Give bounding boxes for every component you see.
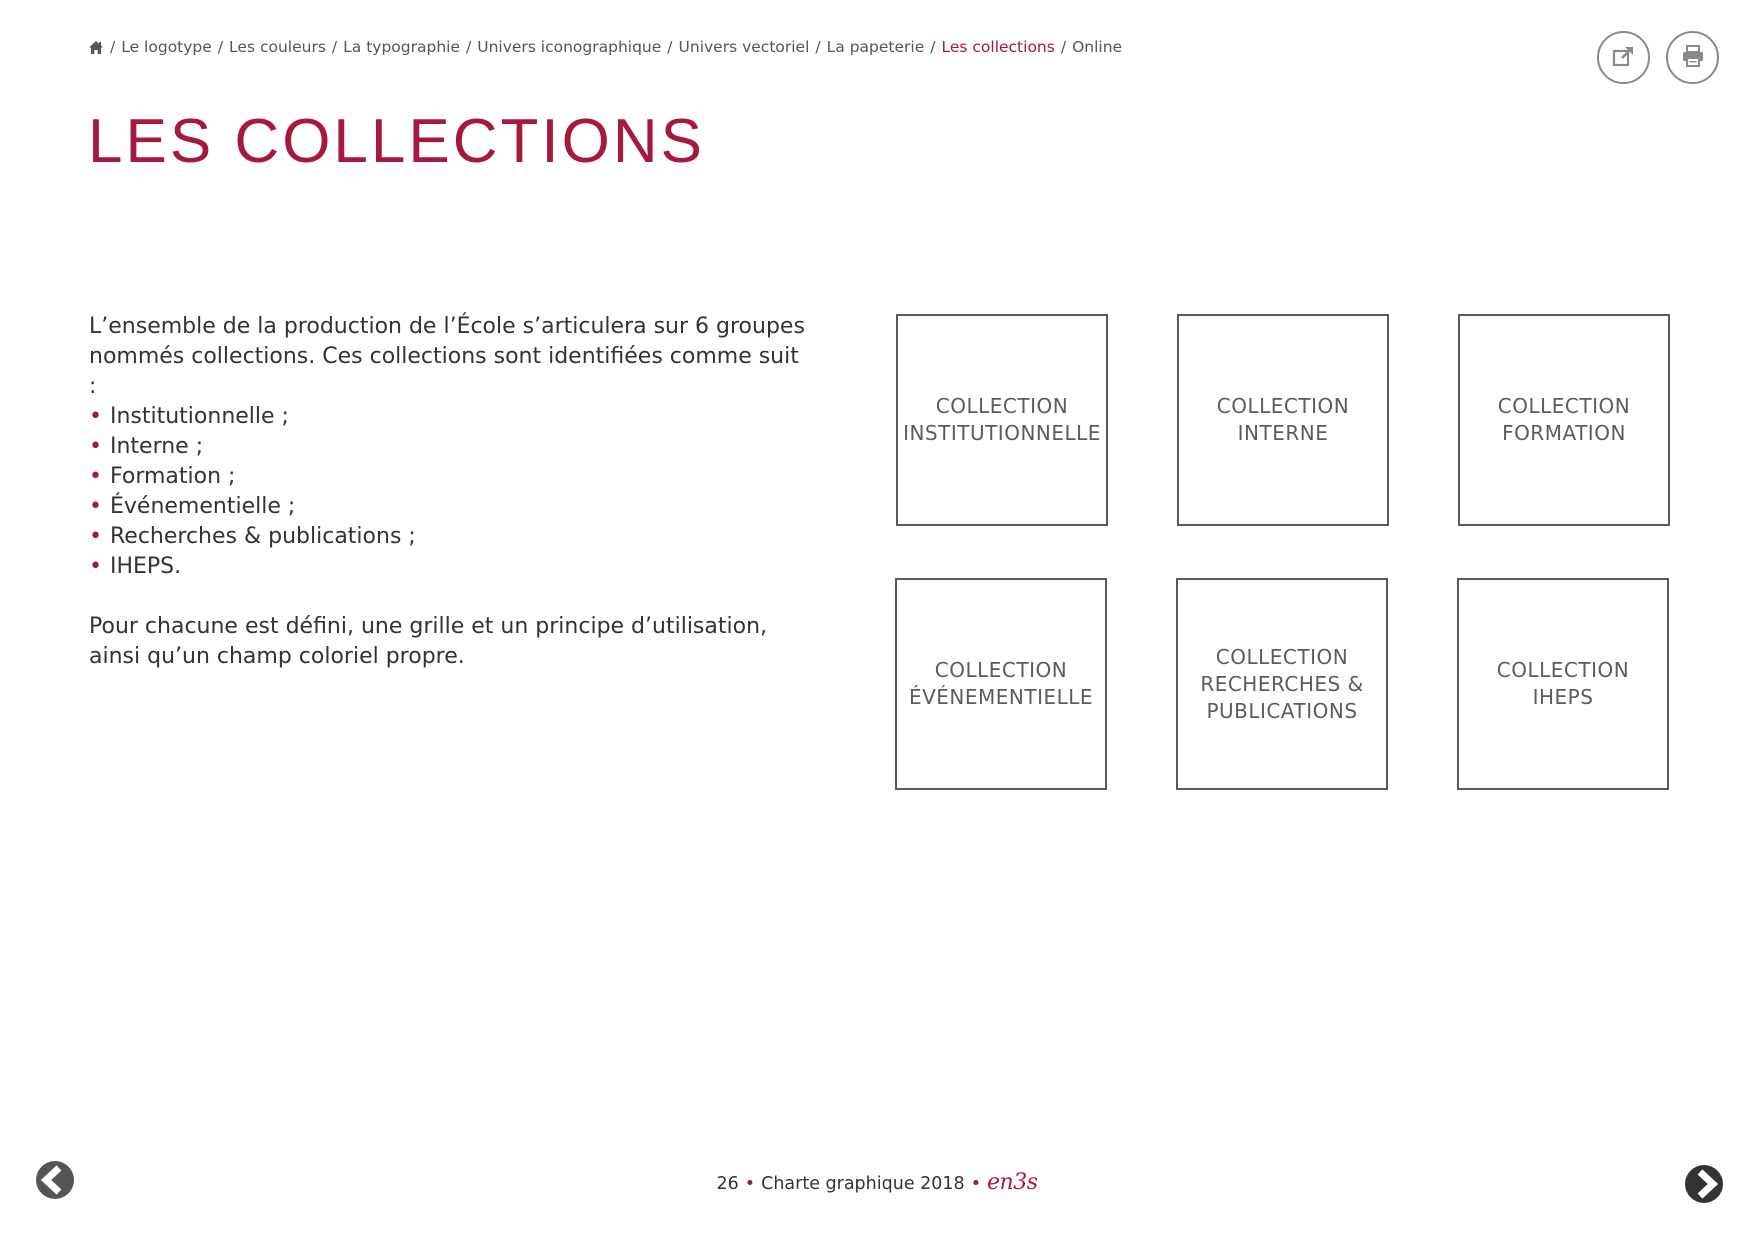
- bullet: •: [89, 404, 102, 429]
- breadcrumb-item-papeterie[interactable]: La papeterie: [827, 38, 925, 56]
- collection-card-evenementielle[interactable]: COLLECTION ÉVÉNEMENTIELLE: [895, 578, 1107, 790]
- list-item-text: Institutionnelle ;: [109, 404, 289, 429]
- collection-card-interne[interactable]: COLLECTION INTERNE: [1177, 314, 1389, 526]
- breadcrumb-item-logotype[interactable]: Le logotype: [121, 38, 212, 56]
- en3s-logo: en3s: [987, 1170, 1038, 1195]
- breadcrumb-separator: /: [110, 38, 116, 56]
- breadcrumb-item-typographie[interactable]: La typographie: [343, 38, 460, 56]
- page-title: LES COLLECTIONS: [88, 107, 705, 176]
- breadcrumb-item-collections[interactable]: Les collections: [941, 38, 1054, 56]
- collection-card-institutionnelle[interactable]: COLLECTION INSTITUTIONNELLE: [896, 314, 1108, 526]
- footer-dot: •: [744, 1173, 756, 1194]
- external-link-button[interactable]: [1597, 31, 1650, 84]
- print-button[interactable]: [1666, 31, 1719, 84]
- breadcrumb-separator: /: [466, 38, 472, 56]
- intro-lead: L’ensemble de la production de l’École s…: [89, 314, 805, 399]
- breadcrumb-separator: /: [331, 38, 338, 56]
- list-item: • Recherches & publications ;: [89, 522, 809, 552]
- list-item-text: Interne ;: [109, 434, 204, 459]
- printer-icon: [1681, 44, 1705, 72]
- collection-card-iheps[interactable]: COLLECTION IHEPS: [1457, 578, 1669, 790]
- list-item-text: Formation ;: [109, 464, 236, 489]
- list-item: • Institutionnelle ;: [89, 402, 809, 432]
- list-item-text: Événementielle ;: [109, 494, 296, 519]
- list-item: • Formation ;: [89, 462, 809, 492]
- bullet: •: [89, 464, 102, 489]
- collection-card-recherches-publications[interactable]: COLLECTION RECHERCHES & PUBLICATIONS: [1176, 578, 1388, 790]
- breadcrumb-separator: /: [667, 38, 673, 56]
- bullet: •: [89, 494, 102, 519]
- collection-grid: COLLECTION INSTITUTIONNELLE COLLECTION I…: [895, 314, 1672, 792]
- page-number: 26: [716, 1173, 739, 1194]
- bullet: •: [89, 434, 102, 459]
- intro-text: L’ensemble de la production de l’École s…: [89, 312, 809, 672]
- list-item-text: Recherches & publications ;: [109, 524, 416, 549]
- list-item: • IHEPS.: [89, 552, 809, 582]
- page-footer: 26 • Charte graphique 2018 • en3s: [0, 1170, 1754, 1196]
- list-item: • Événementielle ;: [89, 492, 809, 522]
- breadcrumb-separator: /: [217, 38, 224, 56]
- bullet: •: [89, 524, 102, 549]
- collection-list: • Institutionnelle ; • Interne ; • Formatio…: [89, 402, 809, 582]
- breadcrumb-separator: /: [815, 38, 821, 56]
- footer-dot: •: [970, 1173, 982, 1194]
- external-link-icon: [1612, 44, 1636, 72]
- breadcrumb-item-univers-vectoriel[interactable]: Univers vectoriel: [679, 38, 810, 56]
- list-item: • Interne ;: [89, 432, 809, 462]
- collection-card-formation[interactable]: COLLECTION FORMATION: [1458, 314, 1670, 526]
- breadcrumb: / Le logotype / Les couleurs / La typogr…: [88, 38, 1122, 56]
- intro-closing: Pour chacune est défini, une grille et u…: [89, 614, 768, 669]
- bullet: •: [89, 554, 102, 579]
- list-item-text: IHEPS.: [109, 554, 182, 579]
- breadcrumb-item-univers-iconographique[interactable]: Univers iconographique: [477, 38, 661, 56]
- breadcrumb-item-couleurs[interactable]: Les couleurs: [229, 38, 326, 56]
- document-title: Charte graphique 2018: [761, 1173, 965, 1194]
- home-icon[interactable]: [88, 40, 104, 55]
- breadcrumb-item-online[interactable]: Online: [1072, 38, 1122, 56]
- breadcrumb-separator: /: [930, 38, 936, 56]
- breadcrumb-separator: /: [1060, 38, 1067, 56]
